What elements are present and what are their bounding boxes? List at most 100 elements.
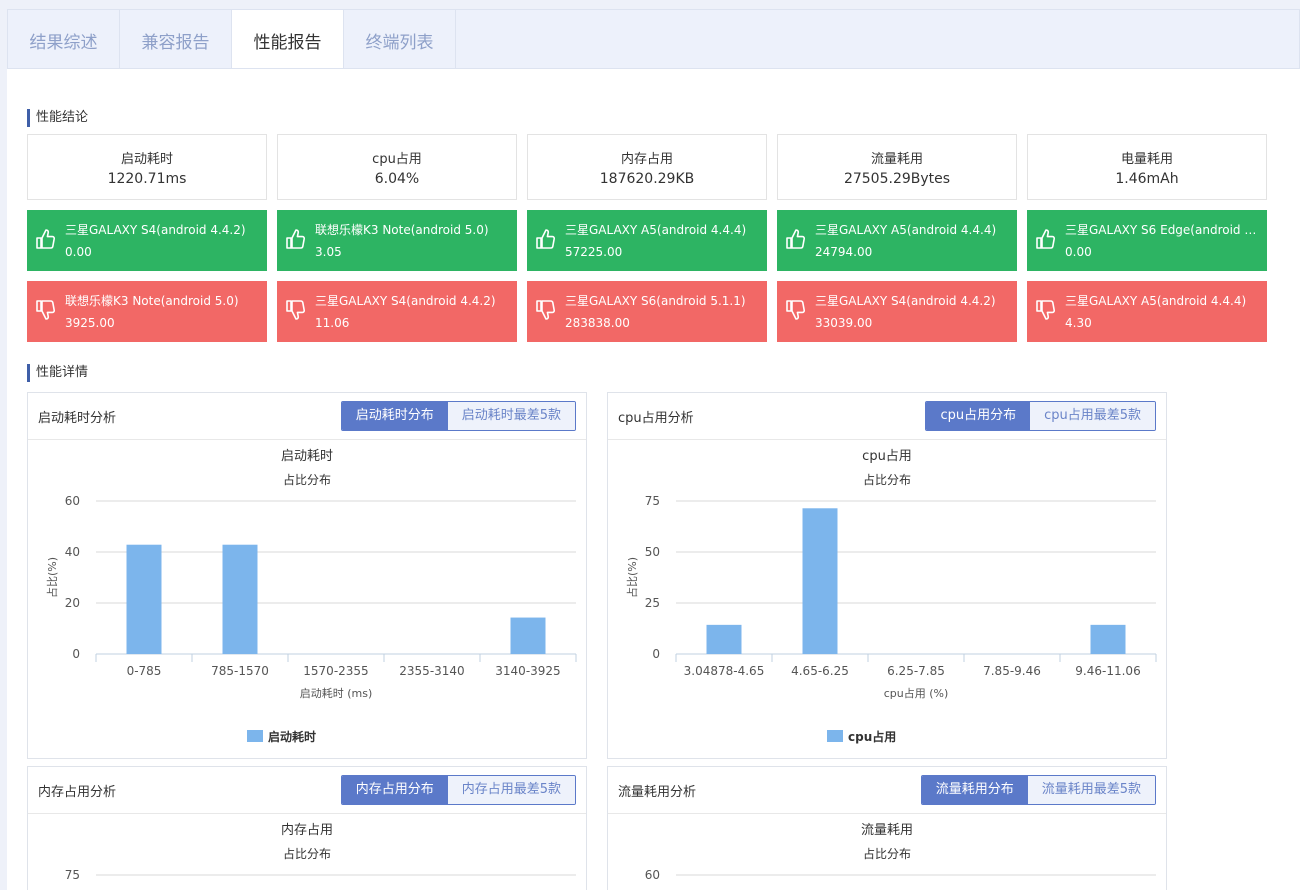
x-tick-label: 3.04878-4.65 bbox=[684, 664, 765, 678]
traffic-chart: 流量耗用占比分布 60 bbox=[645, 823, 1156, 882]
performance-panel: 性能结论 启动耗时 1220.71ms cpu占用 6.04% 内存占用 187… bbox=[7, 68, 1300, 890]
device-value: 57225.00 bbox=[565, 245, 623, 259]
y-axis-label: 占比(%) bbox=[625, 557, 639, 598]
card-header: 流量耗用分析 流量耗用分布 流量耗用最差5款 bbox=[608, 767, 1166, 814]
x-tick-label: 4.65-6.25 bbox=[791, 664, 849, 678]
x-tick-label: 0-785 bbox=[127, 664, 162, 678]
chart-title: 启动耗时 bbox=[281, 449, 333, 464]
legend-label: 启动耗时 bbox=[268, 729, 316, 744]
tab-summary[interactable]: 结果综述 bbox=[8, 10, 120, 70]
distribution-button[interactable]: 内存占用分布 bbox=[341, 776, 448, 804]
stat-traffic: 流量耗用 27505.29Bytes bbox=[777, 134, 1017, 200]
worst5-button[interactable]: 启动耗时最差5款 bbox=[447, 402, 575, 430]
card-title: 流量耗用分析 bbox=[618, 785, 697, 800]
chart-subtitle: 占比分布 bbox=[283, 472, 331, 487]
y-tick-label: 0 bbox=[652, 647, 660, 661]
device-value: 283838.00 bbox=[565, 316, 630, 330]
chart-subtitle: 占比分布 bbox=[283, 846, 331, 861]
thumbs-up-icon bbox=[285, 228, 306, 250]
thumbs-down-icon bbox=[1035, 299, 1056, 321]
device-value: 33039.00 bbox=[815, 316, 873, 330]
device-name: 三星GALAXY A5(android 4.4.4) bbox=[1065, 294, 1247, 308]
thumbs-up-icon bbox=[35, 228, 56, 250]
conclusion-section-title: 性能结论 bbox=[27, 109, 88, 127]
best-device-traffic: 三星GALAXY A5(android 4.4.4) 24794.00 bbox=[777, 210, 1017, 271]
card-header: 内存占用分析 内存占用分布 内存占用最差5款 bbox=[28, 767, 586, 814]
device-name: 联想乐檬K3 Note(android 5.0) bbox=[315, 223, 489, 237]
chart-subtitle: 占比分布 bbox=[863, 846, 911, 861]
y-tick-label: 60 bbox=[65, 494, 80, 508]
stat-label: 启动耗时 bbox=[120, 152, 173, 167]
worst-device-traffic: 三星GALAXY S4(android 4.4.2) 33039.00 bbox=[777, 281, 1017, 342]
stat-value: 27505.29Bytes bbox=[843, 171, 951, 187]
worst5-button[interactable]: 内存占用最差5款 bbox=[447, 776, 575, 804]
y-tick-label: 75 bbox=[645, 494, 660, 508]
bar bbox=[126, 544, 162, 654]
x-tick-label: 3140-3925 bbox=[495, 664, 560, 678]
thumbs-down-icon bbox=[35, 299, 56, 321]
bar bbox=[1090, 624, 1126, 654]
y-tick-label: 20 bbox=[65, 596, 80, 610]
bar bbox=[510, 617, 546, 654]
distribution-button[interactable]: 流量耗用分布 bbox=[921, 776, 1028, 804]
y-tick-label: 75 bbox=[65, 868, 80, 882]
chart-title: 流量耗用 bbox=[861, 823, 913, 838]
worst5-button[interactable]: cpu占用最差5款 bbox=[1030, 402, 1155, 430]
card-title: 启动耗时分析 bbox=[38, 411, 117, 426]
toggle-group: 流量耗用分布 流量耗用最差5款 bbox=[920, 775, 1156, 805]
tab-compat-report[interactable]: 兼容报告 bbox=[120, 10, 232, 70]
stat-label: 流量耗用 bbox=[870, 152, 923, 167]
device-value: 24794.00 bbox=[815, 245, 873, 259]
cpu-analysis-card: cpu占用分析 cpu占用分布 cpu占用最差5款 cpu占用 占比分布 0 25 50… bbox=[607, 392, 1167, 759]
best-device-battery: 三星GALAXY S6 Edge(android 5.1.1) 0.00 bbox=[1027, 210, 1267, 271]
card-header: cpu占用分析 cpu占用分布 cpu占用最差5款 bbox=[608, 393, 1166, 440]
best-device-memory: 三星GALAXY A5(android 4.4.4) 57225.00 bbox=[527, 210, 767, 271]
thumbs-up-icon bbox=[785, 228, 806, 250]
chart-subtitle: 占比分布 bbox=[863, 472, 911, 487]
card-header: 启动耗时分析 启动耗时分布 启动耗时最差5款 bbox=[28, 393, 586, 440]
best-device-startup: 三星GALAXY S4(android 4.4.2) 0.00 bbox=[27, 210, 267, 271]
toggle-group: 启动耗时分布 启动耗时最差5款 bbox=[340, 401, 576, 431]
chart-title: cpu占用 bbox=[862, 449, 912, 464]
worst-device-startup: 联想乐檬K3 Note(android 5.0) 3925.00 bbox=[27, 281, 267, 342]
tab-performance-report[interactable]: 性能报告 bbox=[232, 10, 344, 71]
thumbs-up-icon bbox=[535, 228, 556, 250]
x-axis-label: 启动耗时 (ms) bbox=[300, 687, 373, 700]
worst-device-memory: 三星GALAXY S6(android 5.1.1) 283838.00 bbox=[527, 281, 767, 342]
stat-label: 电量耗用 bbox=[1120, 152, 1173, 167]
bar bbox=[706, 624, 742, 654]
card-title: 内存占用分析 bbox=[38, 785, 117, 800]
worst-device-cpu: 三星GALAXY S4(android 4.4.2) 11.06 bbox=[277, 281, 517, 342]
y-tick-label: 60 bbox=[645, 868, 660, 882]
memory-chart: 内存占用占比分布 75 bbox=[65, 822, 576, 882]
chart-title: 内存占用 bbox=[281, 822, 333, 838]
stat-startup-time: 启动耗时 1220.71ms bbox=[27, 134, 267, 200]
card-title: cpu占用分析 bbox=[618, 411, 694, 426]
toggle-group: 内存占用分布 内存占用最差5款 bbox=[340, 775, 576, 805]
device-value: 3925.00 bbox=[65, 316, 115, 330]
y-tick-label: 0 bbox=[72, 647, 80, 661]
bar bbox=[802, 508, 838, 654]
stat-label: 内存占用 bbox=[620, 152, 673, 167]
device-value: 0.00 bbox=[1065, 245, 1092, 259]
cpu-chart: cpu占用占比分布02550753.04878-4.65 4.65-6.25 6.2… bbox=[625, 449, 1157, 744]
tab-device-list[interactable]: 终端列表 bbox=[344, 10, 456, 70]
worst-device-battery: 三星GALAXY A5(android 4.4.4) 4.30 bbox=[1027, 281, 1267, 342]
device-value: 3.05 bbox=[315, 245, 342, 259]
y-tick-label: 40 bbox=[65, 545, 80, 559]
x-tick-label: 6.25-7.85 bbox=[887, 664, 945, 678]
x-tick-label: 9.46-11.06 bbox=[1075, 664, 1140, 678]
thumbs-down-icon bbox=[535, 299, 556, 321]
startup-chart: 启动耗时占比分布02040600-785 785-1570 1570-2355 235… bbox=[45, 449, 577, 744]
y-tick-label: 25 bbox=[645, 596, 660, 610]
stat-cpu: cpu占用 6.04% bbox=[277, 134, 517, 200]
x-tick-label: 2355-3140 bbox=[399, 664, 464, 678]
distribution-button[interactable]: cpu占用分布 bbox=[926, 402, 1031, 430]
device-name: 三星GALAXY S6(android 5.1.1) bbox=[565, 294, 746, 308]
thumbs-up-icon bbox=[1035, 228, 1056, 250]
legend-swatch bbox=[827, 730, 843, 742]
x-tick-label: 785-1570 bbox=[211, 664, 269, 678]
worst5-button[interactable]: 流量耗用最差5款 bbox=[1027, 776, 1155, 804]
distribution-button[interactable]: 启动耗时分布 bbox=[341, 402, 448, 430]
thumbs-down-icon bbox=[785, 299, 806, 321]
